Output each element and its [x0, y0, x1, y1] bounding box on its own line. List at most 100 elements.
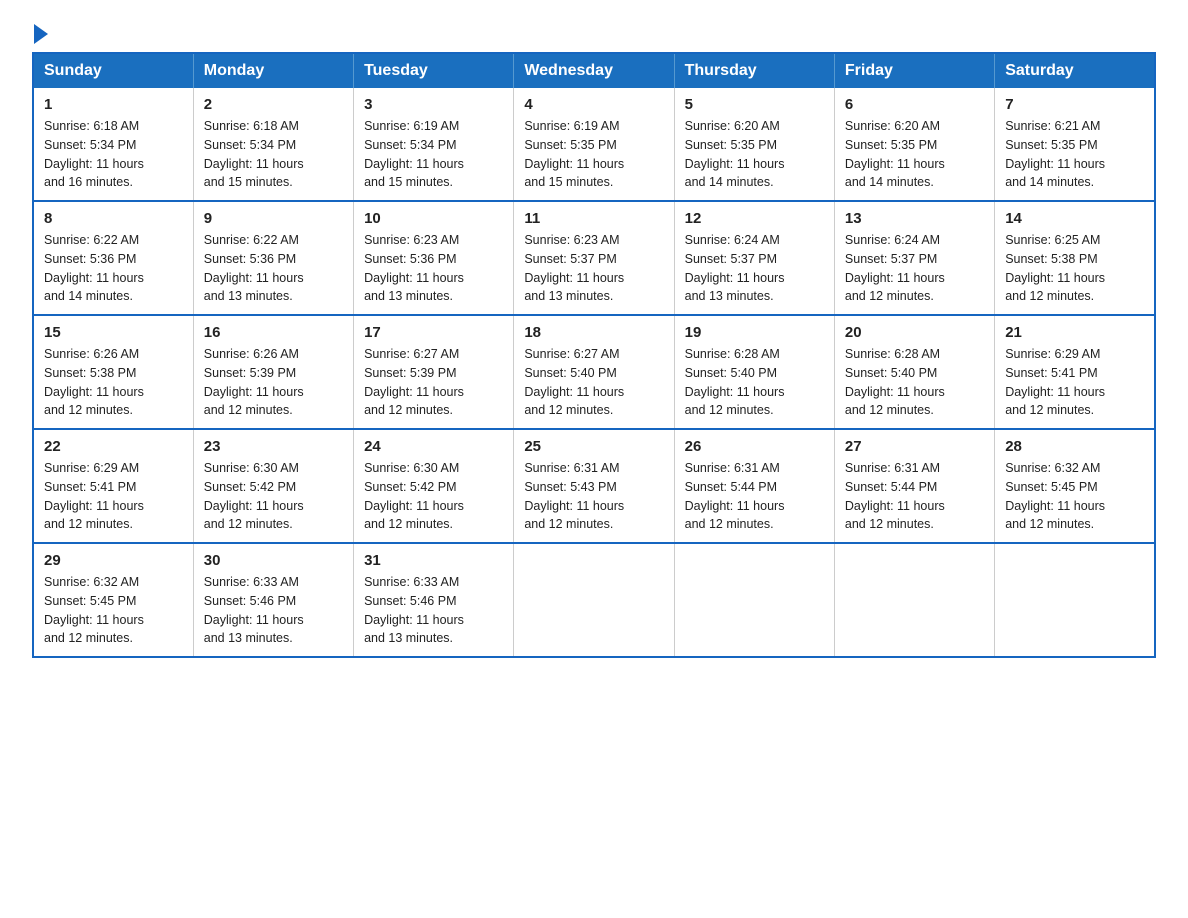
day-info: Sunrise: 6:31 AMSunset: 5:44 PMDaylight:… [685, 461, 785, 531]
calendar-cell: 17 Sunrise: 6:27 AMSunset: 5:39 PMDaylig… [354, 315, 514, 429]
day-number: 5 [685, 96, 824, 113]
day-number: 27 [845, 438, 984, 455]
day-number: 18 [524, 324, 663, 341]
day-number: 15 [44, 324, 183, 341]
weekday-header-monday: Monday [193, 53, 353, 88]
day-info: Sunrise: 6:29 AMSunset: 5:41 PMDaylight:… [1005, 347, 1105, 417]
day-number: 3 [364, 96, 503, 113]
day-number: 4 [524, 96, 663, 113]
day-info: Sunrise: 6:25 AMSunset: 5:38 PMDaylight:… [1005, 233, 1105, 303]
calendar-week-row: 1 Sunrise: 6:18 AMSunset: 5:34 PMDayligh… [33, 88, 1155, 201]
day-number: 14 [1005, 210, 1144, 227]
day-number: 11 [524, 210, 663, 227]
calendar-cell: 27 Sunrise: 6:31 AMSunset: 5:44 PMDaylig… [834, 429, 994, 543]
day-info: Sunrise: 6:31 AMSunset: 5:44 PMDaylight:… [845, 461, 945, 531]
calendar-cell: 8 Sunrise: 6:22 AMSunset: 5:36 PMDayligh… [33, 201, 193, 315]
calendar-cell: 29 Sunrise: 6:32 AMSunset: 5:45 PMDaylig… [33, 543, 193, 657]
day-info: Sunrise: 6:33 AMSunset: 5:46 PMDaylight:… [364, 575, 464, 645]
calendar-cell: 15 Sunrise: 6:26 AMSunset: 5:38 PMDaylig… [33, 315, 193, 429]
calendar-cell: 9 Sunrise: 6:22 AMSunset: 5:36 PMDayligh… [193, 201, 353, 315]
weekday-header-row: SundayMondayTuesdayWednesdayThursdayFrid… [33, 53, 1155, 88]
day-number: 13 [845, 210, 984, 227]
weekday-header-tuesday: Tuesday [354, 53, 514, 88]
day-number: 6 [845, 96, 984, 113]
day-info: Sunrise: 6:27 AMSunset: 5:39 PMDaylight:… [364, 347, 464, 417]
day-info: Sunrise: 6:30 AMSunset: 5:42 PMDaylight:… [204, 461, 304, 531]
day-number: 17 [364, 324, 503, 341]
day-info: Sunrise: 6:18 AMSunset: 5:34 PMDaylight:… [44, 119, 144, 189]
day-number: 16 [204, 324, 343, 341]
calendar-cell: 22 Sunrise: 6:29 AMSunset: 5:41 PMDaylig… [33, 429, 193, 543]
calendar-cell: 25 Sunrise: 6:31 AMSunset: 5:43 PMDaylig… [514, 429, 674, 543]
calendar-week-row: 29 Sunrise: 6:32 AMSunset: 5:45 PMDaylig… [33, 543, 1155, 657]
logo-triangle-icon [34, 24, 48, 44]
logo-text [32, 24, 50, 44]
calendar-cell: 23 Sunrise: 6:30 AMSunset: 5:42 PMDaylig… [193, 429, 353, 543]
day-info: Sunrise: 6:31 AMSunset: 5:43 PMDaylight:… [524, 461, 624, 531]
calendar-cell [834, 543, 994, 657]
calendar-cell: 18 Sunrise: 6:27 AMSunset: 5:40 PMDaylig… [514, 315, 674, 429]
day-number: 9 [204, 210, 343, 227]
calendar-cell: 3 Sunrise: 6:19 AMSunset: 5:34 PMDayligh… [354, 88, 514, 201]
day-info: Sunrise: 6:28 AMSunset: 5:40 PMDaylight:… [685, 347, 785, 417]
day-info: Sunrise: 6:18 AMSunset: 5:34 PMDaylight:… [204, 119, 304, 189]
calendar-week-row: 8 Sunrise: 6:22 AMSunset: 5:36 PMDayligh… [33, 201, 1155, 315]
day-info: Sunrise: 6:21 AMSunset: 5:35 PMDaylight:… [1005, 119, 1105, 189]
weekday-header-saturday: Saturday [995, 53, 1155, 88]
calendar-table: SundayMondayTuesdayWednesdayThursdayFrid… [32, 52, 1156, 658]
day-number: 31 [364, 552, 503, 569]
calendar-cell: 21 Sunrise: 6:29 AMSunset: 5:41 PMDaylig… [995, 315, 1155, 429]
day-info: Sunrise: 6:27 AMSunset: 5:40 PMDaylight:… [524, 347, 624, 417]
day-number: 1 [44, 96, 183, 113]
weekday-header-thursday: Thursday [674, 53, 834, 88]
weekday-header-sunday: Sunday [33, 53, 193, 88]
calendar-cell: 12 Sunrise: 6:24 AMSunset: 5:37 PMDaylig… [674, 201, 834, 315]
calendar-cell: 11 Sunrise: 6:23 AMSunset: 5:37 PMDaylig… [514, 201, 674, 315]
day-number: 25 [524, 438, 663, 455]
calendar-cell: 14 Sunrise: 6:25 AMSunset: 5:38 PMDaylig… [995, 201, 1155, 315]
day-info: Sunrise: 6:20 AMSunset: 5:35 PMDaylight:… [685, 119, 785, 189]
calendar-cell: 28 Sunrise: 6:32 AMSunset: 5:45 PMDaylig… [995, 429, 1155, 543]
day-info: Sunrise: 6:33 AMSunset: 5:46 PMDaylight:… [204, 575, 304, 645]
calendar-cell [514, 543, 674, 657]
day-number: 10 [364, 210, 503, 227]
calendar-cell: 1 Sunrise: 6:18 AMSunset: 5:34 PMDayligh… [33, 88, 193, 201]
day-number: 24 [364, 438, 503, 455]
day-info: Sunrise: 6:23 AMSunset: 5:36 PMDaylight:… [364, 233, 464, 303]
calendar-cell: 30 Sunrise: 6:33 AMSunset: 5:46 PMDaylig… [193, 543, 353, 657]
calendar-cell: 31 Sunrise: 6:33 AMSunset: 5:46 PMDaylig… [354, 543, 514, 657]
day-info: Sunrise: 6:19 AMSunset: 5:34 PMDaylight:… [364, 119, 464, 189]
day-number: 28 [1005, 438, 1144, 455]
day-info: Sunrise: 6:22 AMSunset: 5:36 PMDaylight:… [204, 233, 304, 303]
calendar-cell: 26 Sunrise: 6:31 AMSunset: 5:44 PMDaylig… [674, 429, 834, 543]
day-info: Sunrise: 6:26 AMSunset: 5:39 PMDaylight:… [204, 347, 304, 417]
calendar-cell: 24 Sunrise: 6:30 AMSunset: 5:42 PMDaylig… [354, 429, 514, 543]
calendar-cell: 19 Sunrise: 6:28 AMSunset: 5:40 PMDaylig… [674, 315, 834, 429]
day-info: Sunrise: 6:22 AMSunset: 5:36 PMDaylight:… [44, 233, 144, 303]
day-number: 29 [44, 552, 183, 569]
day-number: 20 [845, 324, 984, 341]
calendar-week-row: 15 Sunrise: 6:26 AMSunset: 5:38 PMDaylig… [33, 315, 1155, 429]
weekday-header-friday: Friday [834, 53, 994, 88]
calendar-cell [674, 543, 834, 657]
day-info: Sunrise: 6:29 AMSunset: 5:41 PMDaylight:… [44, 461, 144, 531]
day-number: 12 [685, 210, 824, 227]
day-number: 2 [204, 96, 343, 113]
day-info: Sunrise: 6:26 AMSunset: 5:38 PMDaylight:… [44, 347, 144, 417]
day-number: 26 [685, 438, 824, 455]
calendar-cell: 10 Sunrise: 6:23 AMSunset: 5:36 PMDaylig… [354, 201, 514, 315]
calendar-cell: 5 Sunrise: 6:20 AMSunset: 5:35 PMDayligh… [674, 88, 834, 201]
calendar-cell: 2 Sunrise: 6:18 AMSunset: 5:34 PMDayligh… [193, 88, 353, 201]
calendar-cell: 4 Sunrise: 6:19 AMSunset: 5:35 PMDayligh… [514, 88, 674, 201]
weekday-header-wednesday: Wednesday [514, 53, 674, 88]
calendar-cell: 20 Sunrise: 6:28 AMSunset: 5:40 PMDaylig… [834, 315, 994, 429]
day-number: 22 [44, 438, 183, 455]
day-number: 19 [685, 324, 824, 341]
day-number: 30 [204, 552, 343, 569]
calendar-cell: 7 Sunrise: 6:21 AMSunset: 5:35 PMDayligh… [995, 88, 1155, 201]
day-number: 8 [44, 210, 183, 227]
calendar-cell: 13 Sunrise: 6:24 AMSunset: 5:37 PMDaylig… [834, 201, 994, 315]
calendar-week-row: 22 Sunrise: 6:29 AMSunset: 5:41 PMDaylig… [33, 429, 1155, 543]
day-info: Sunrise: 6:20 AMSunset: 5:35 PMDaylight:… [845, 119, 945, 189]
day-info: Sunrise: 6:32 AMSunset: 5:45 PMDaylight:… [1005, 461, 1105, 531]
